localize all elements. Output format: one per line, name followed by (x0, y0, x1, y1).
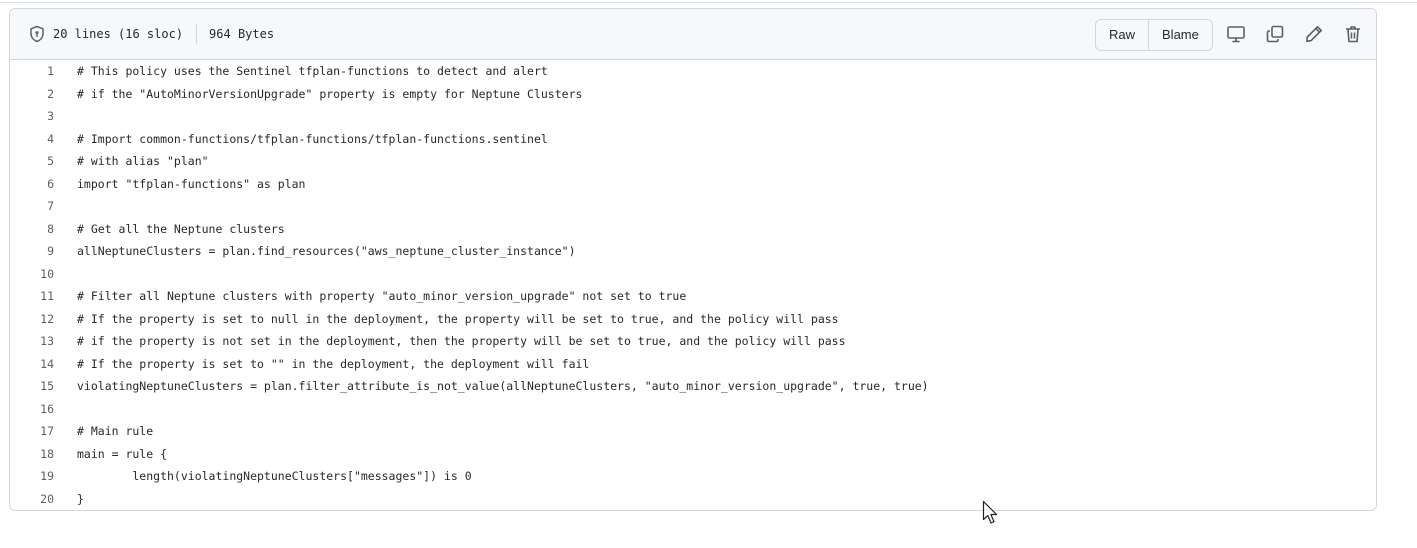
line-number[interactable]: 1 (10, 60, 54, 83)
file-viewer: 20 lines (16 sloc) 964 Bytes Raw Blame 1… (9, 8, 1377, 511)
code-line: 1 # This policy uses the Sentinel tfplan-… (10, 60, 1376, 83)
code-line: 8 # Get all the Neptune clusters (10, 218, 1376, 241)
line-number[interactable]: 6 (10, 173, 54, 196)
line-number[interactable]: 7 (10, 195, 54, 218)
code-text: violatingNeptuneClusters = plan.filter_a… (77, 379, 929, 393)
code-text: # If the property is set to null in the … (77, 311, 839, 326)
code-line: 14 # If the property is set to "" in the … (10, 353, 1376, 376)
line-number[interactable]: 8 (10, 218, 54, 241)
code-line: 2 # if the "AutoMinorVersionUpgrade" prop… (10, 83, 1376, 106)
code-line: 10 (10, 263, 1376, 286)
code-line: 9 allNeptuneClusters = plan.find_resource… (10, 240, 1376, 263)
line-number[interactable]: 9 (10, 240, 54, 263)
line-number[interactable]: 18 (10, 443, 54, 466)
copy-icon[interactable] (1263, 22, 1287, 46)
code-line: 13 # if the property is not set in the de… (10, 330, 1376, 353)
pencil-icon[interactable] (1302, 22, 1326, 46)
code-line: 20} (10, 488, 1376, 511)
info-separator (196, 24, 198, 44)
line-number[interactable]: 10 (10, 263, 54, 286)
code-line: 19 length(violatingNeptuneClusters["mess… (10, 465, 1376, 488)
line-number[interactable]: 16 (10, 398, 54, 421)
line-number[interactable]: 5 (10, 150, 54, 173)
code-line: 7 (10, 195, 1376, 218)
code-text: length(violatingNeptuneClusters["message… (77, 469, 472, 483)
line-number[interactable]: 13 (10, 330, 54, 353)
code-text: # If the property is set to "" in the de… (77, 356, 590, 371)
code-text: # with alias "plan" (77, 154, 209, 168)
code-text: import "tfplan-functions" as plan (77, 176, 306, 191)
line-number[interactable]: 15 (10, 375, 54, 398)
code-text: # if the property is not set in the depl… (77, 334, 846, 348)
line-number[interactable]: 4 (10, 128, 54, 151)
code-line: 3 (10, 105, 1376, 128)
code-line: 15 violatingNeptuneClusters = plan.filter… (10, 375, 1376, 398)
code-text: # This policy uses the Sentinel tfplan-f… (77, 64, 548, 78)
code-text: main = rule { (77, 446, 168, 461)
file-size: 964 Bytes (209, 27, 275, 41)
raw-button[interactable]: Raw (1096, 20, 1148, 50)
file-info: 20 lines (16 sloc) 964 Bytes (28, 24, 274, 44)
code-line: 18 main = rule { (10, 443, 1376, 466)
line-number[interactable]: 12 (10, 308, 54, 331)
file-header: 20 lines (16 sloc) 964 Bytes Raw Blame (10, 9, 1376, 60)
line-number[interactable]: 3 (10, 105, 54, 128)
line-number[interactable]: 14 (10, 353, 54, 376)
code-text: # Get all the Neptune clusters (77, 221, 285, 236)
code-text: allNeptuneClusters = plan.find_resources… (77, 244, 576, 258)
code-line: 4 # Import common-functions/tfplan-functi… (10, 128, 1376, 151)
trash-icon[interactable] (1341, 22, 1365, 46)
mouse-cursor-icon (982, 500, 998, 524)
line-number[interactable]: 2 (10, 83, 54, 106)
code-text: # Main rule (77, 424, 154, 438)
code-line: 12 # If the property is set to null in th… (10, 308, 1376, 331)
code-text: # if the "AutoMinorVersionUpgrade" prope… (77, 86, 583, 101)
line-number[interactable]: 17 (10, 420, 54, 443)
code-text: # Import common-functions/tfplan-functio… (77, 131, 548, 146)
top-divider (0, 2, 1417, 3)
code-line: 16 (10, 398, 1376, 421)
line-number[interactable]: 20 (10, 488, 54, 511)
shield-icon (28, 25, 46, 43)
code-text: } (77, 491, 84, 506)
code-line: 11 # Filter all Neptune clusters with pro… (10, 285, 1376, 308)
blame-button[interactable]: Blame (1148, 20, 1212, 50)
raw-blame-group: Raw Blame (1095, 19, 1213, 51)
code-line: 17 # Main rule (10, 420, 1376, 443)
line-number[interactable]: 19 (10, 465, 54, 488)
line-count: 20 lines (16 sloc) (53, 27, 184, 41)
code-line: 6 import "tfplan-functions" as plan (10, 173, 1376, 196)
line-number[interactable]: 11 (10, 285, 54, 308)
code-text: # Filter all Neptune clusters with prope… (77, 289, 687, 303)
code-line: 5 # with alias "plan" (10, 150, 1376, 173)
desktop-icon[interactable] (1224, 22, 1248, 46)
code-listing: 1 # This policy uses the Sentinel tfplan-… (10, 60, 1376, 510)
